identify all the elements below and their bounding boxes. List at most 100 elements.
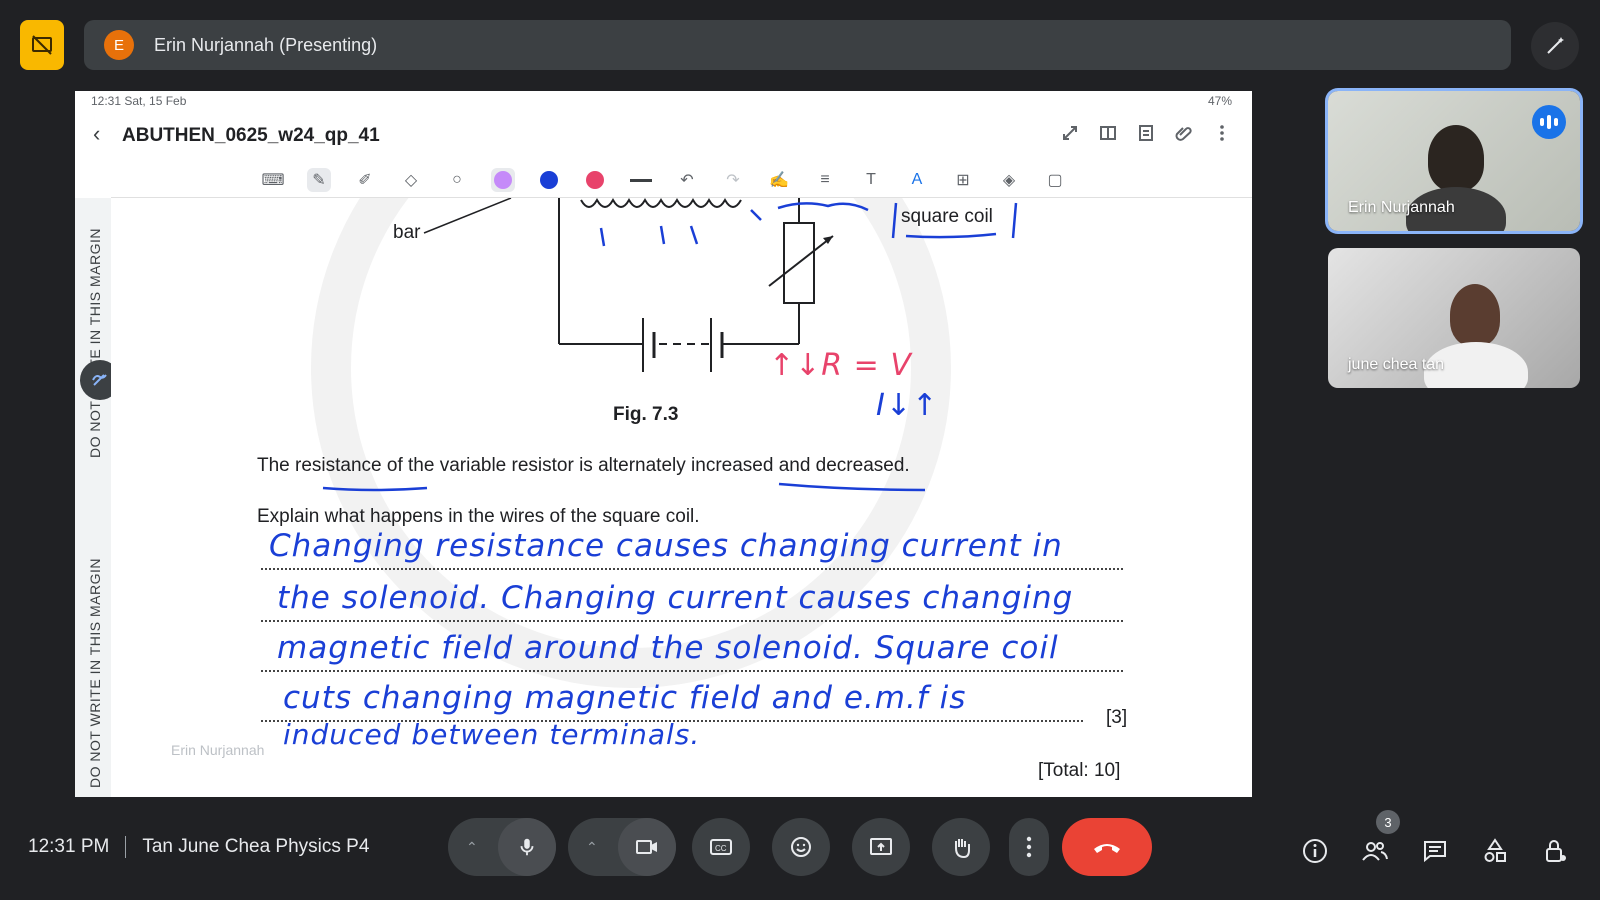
- text-tool-icon[interactable]: T: [859, 168, 883, 192]
- shared-screen: 12:31 Sat, 15 Feb 47% ‹ ABUTHEN_0625_w24…: [75, 91, 1252, 797]
- people-button[interactable]: [1360, 836, 1390, 866]
- microphone-button[interactable]: [498, 818, 556, 876]
- present-screen-icon: [870, 838, 892, 855]
- attach-icon[interactable]: [1174, 123, 1194, 143]
- present-button[interactable]: [852, 818, 910, 876]
- more-options-icon[interactable]: [1212, 123, 1232, 143]
- pen-color-pink[interactable]: [583, 168, 607, 192]
- meeting-title: Tan June Chea Physics P4: [142, 836, 370, 857]
- book-icon[interactable]: [1098, 123, 1118, 143]
- chevron-up-icon[interactable]: ⌃: [586, 839, 598, 856]
- captions-button[interactable]: CC: [692, 818, 750, 876]
- camera-icon: [636, 840, 657, 854]
- label-square-coil: square coil: [901, 206, 993, 227]
- question-prompt: Explain what happens in the wires of the…: [257, 506, 700, 527]
- presenter-overlay-name: Erin Nurjannah: [171, 742, 265, 758]
- more-options-button[interactable]: [1009, 818, 1049, 876]
- raise-hand-button[interactable]: [932, 818, 990, 876]
- participant-name: Erin Nurjannah: [1348, 199, 1455, 216]
- handwritten-answer-line-2: the solenoid. Changing current causes ch…: [277, 580, 1074, 616]
- chat-button[interactable]: [1420, 836, 1450, 866]
- handwritten-answer-line-5: induced between terminals.: [283, 718, 701, 751]
- label-bar: bar: [393, 222, 421, 243]
- handwritten-answer-line-3: magnetic field around the solenoid. Squa…: [277, 630, 1059, 666]
- participant-tile[interactable]: june chea tan: [1328, 248, 1580, 388]
- microphone-icon: [520, 838, 534, 856]
- handwriting-icon[interactable]: A: [905, 168, 929, 192]
- marks-label: [3]: [1106, 707, 1128, 728]
- annotate-button[interactable]: [1531, 22, 1579, 70]
- presenter-avatar: E: [104, 30, 134, 60]
- pen-swirl-icon: [92, 374, 107, 386]
- more-vertical-icon: [1026, 836, 1032, 858]
- answer-line: [261, 568, 1123, 570]
- presentation-toggle-button[interactable]: [20, 20, 64, 70]
- speaking-indicator-icon: [1532, 105, 1566, 139]
- highlighter-icon[interactable]: ✐: [353, 168, 377, 192]
- figure-caption: Fig. 7.3: [613, 404, 679, 425]
- participant-name: june chea tan: [1348, 356, 1445, 373]
- tablet-status-bar: 12:31 Sat, 15 Feb 47%: [75, 91, 1252, 111]
- handwritten-formula-bottom: I↓↑: [876, 388, 939, 423]
- camera-button[interactable]: [618, 818, 676, 876]
- lock-icon[interactable]: ▢: [1043, 168, 1067, 192]
- document-title: ABUTHEN_0625_w24_qp_41: [122, 125, 380, 146]
- handwritten-formula-top: ↑↓R = V: [769, 348, 912, 383]
- magic-pen-icon: [1547, 37, 1564, 54]
- pen-color-purple[interactable]: [491, 168, 515, 192]
- keyboard-icon[interactable]: ⌨: [261, 168, 285, 192]
- presenter-label: Erin Nurjannah (Presenting): [154, 34, 378, 55]
- people-icon: [1362, 842, 1388, 861]
- divider: [125, 836, 127, 858]
- handwritten-answer-line-1: Changing resistance causes changing curr…: [269, 528, 1063, 564]
- activities-button[interactable]: [1480, 836, 1510, 866]
- hand-icon: [955, 839, 970, 859]
- answer-line: [261, 670, 1123, 672]
- reactions-button[interactable]: [772, 818, 830, 876]
- shapes-icon[interactable]: ◈: [997, 168, 1021, 192]
- chat-icon: [1424, 841, 1446, 863]
- lasso-icon[interactable]: ○: [445, 168, 469, 192]
- margin-warning-bottom: DO NOT WRITE IN THIS MARGIN: [87, 558, 103, 788]
- info-icon: [1303, 839, 1327, 863]
- eraser-icon[interactable]: ◇: [399, 168, 423, 192]
- page-margin: DO NOT WRITE IN THIS MARGIN DO NOT WRITE…: [75, 198, 120, 797]
- pen-color-blue[interactable]: [537, 168, 561, 192]
- closed-captions-icon: CC: [710, 839, 732, 855]
- presenting-banner: E Erin Nurjannah (Presenting): [84, 20, 1511, 70]
- people-count-badge: 3: [1376, 810, 1400, 834]
- stroke-width-icon[interactable]: [629, 168, 653, 192]
- undo-icon[interactable]: ↶: [675, 168, 699, 192]
- margin-warning-top: DO NOT WRITE IN THIS MARGIN: [87, 228, 103, 458]
- tablet-time-date: 12:31 Sat, 15 Feb: [91, 94, 187, 108]
- participant-video: [1428, 125, 1484, 191]
- handwritten-answer-line-4: cuts changing magnetic field and e.m.f i…: [283, 680, 967, 716]
- back-arrow-icon[interactable]: ‹: [93, 121, 100, 147]
- expand-icon[interactable]: [1060, 123, 1080, 143]
- document-header: ‹ ABUTHEN_0625_w24_qp_41: [75, 113, 1252, 157]
- video-controls: ⌃: [568, 818, 676, 876]
- hang-up-icon: [1094, 844, 1120, 853]
- chevron-up-icon[interactable]: ⌃: [466, 839, 478, 856]
- pen-tool-icon[interactable]: ✎: [307, 168, 331, 192]
- meeting-info: 12:31 PM Tan June Chea Physics P4: [28, 836, 369, 858]
- text-align-icon[interactable]: ≡: [813, 168, 837, 192]
- leave-call-button[interactable]: [1062, 818, 1152, 876]
- redo-icon[interactable]: ↷: [721, 168, 745, 192]
- audio-controls: ⌃: [448, 818, 556, 876]
- page-list-icon[interactable]: [1136, 123, 1156, 143]
- activities-shapes-icon: [1484, 838, 1506, 862]
- stop-presenting-icon: [32, 35, 52, 55]
- participant-tile[interactable]: Erin Nurjannah: [1328, 91, 1580, 231]
- lock-person-icon: [1546, 840, 1566, 862]
- participant-video: [1450, 284, 1500, 346]
- pen-settings-icon[interactable]: ✍: [767, 168, 791, 192]
- host-controls-button[interactable]: [1540, 836, 1570, 866]
- pen-toolbar: ⌨ ✎ ✐ ◇ ○ ↶ ↷ ✍ ≡ T A ⊞ ◈ ▢: [261, 163, 1067, 197]
- meeting-details-button[interactable]: [1300, 836, 1330, 866]
- tablet-battery: 47%: [1207, 94, 1232, 108]
- convert-text-icon[interactable]: ⊞: [951, 168, 975, 192]
- clock: 12:31 PM: [28, 836, 110, 857]
- total-marks-label: [Total: 10]: [1038, 760, 1121, 781]
- document-actions: [1060, 123, 1232, 143]
